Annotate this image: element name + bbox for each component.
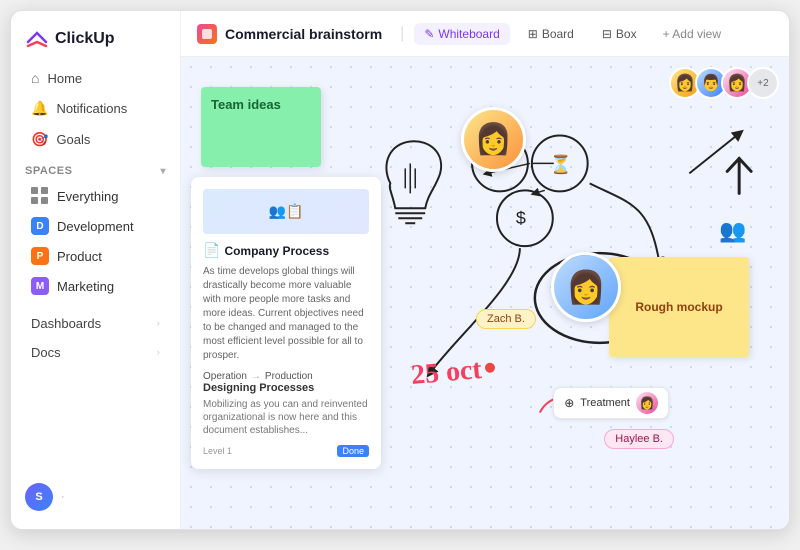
spaces-label: Spaces <box>25 165 72 177</box>
notifications-label: Notifications <box>56 101 127 116</box>
add-view-label: + Add view <box>663 27 721 41</box>
separator-1: | <box>400 25 404 43</box>
development-label: Development <box>57 219 134 234</box>
process-to: Production <box>265 371 313 382</box>
doc-sub-title: Designing Processes <box>203 382 369 394</box>
process-from: Operation <box>203 371 247 382</box>
goals-label: Goals <box>56 132 90 147</box>
home-label: Home <box>47 71 82 86</box>
sidebar-nav-notifications[interactable]: 🔔 Notifications <box>17 93 174 124</box>
logo-text: ClickUp <box>55 30 115 48</box>
add-view-button[interactable]: + Add view <box>655 23 729 45</box>
whiteboard-label: Whiteboard <box>438 27 499 41</box>
sidebar-item-product[interactable]: P Product <box>17 241 174 271</box>
svg-text:$: $ <box>516 208 526 228</box>
sidebar-docs[interactable]: Docs › <box>17 338 174 367</box>
process-arrow: → <box>251 371 261 382</box>
topbar: Commercial brainstorm | ✎ Whiteboard ⊞ B… <box>181 11 789 57</box>
zach-tag: Zach B. <box>476 309 536 329</box>
app-container: ClickUp ⌂ Home 🔔 Notifications 🎯 Goals S… <box>10 10 790 530</box>
haylee-tag: Haylee B. <box>604 429 674 449</box>
whiteboard-canvas[interactable]: ♡ ⏳ $ <box>181 57 789 529</box>
doc-sub-text: Mobilizing as you can and reinvented org… <box>203 398 369 437</box>
home-icon: ⌂ <box>31 70 39 86</box>
svg-text:⏳: ⏳ <box>550 153 572 174</box>
dashboards-label: Dashboards <box>31 316 101 331</box>
marketing-label: Marketing <box>57 279 114 294</box>
product-label: Product <box>57 249 102 264</box>
sidebar-bottom-items: Dashboards › Docs › <box>11 309 180 367</box>
document-card[interactable]: 👥📋 📄 Company Process As time develops gl… <box>191 177 381 469</box>
sidebar-item-marketing[interactable]: M Marketing <box>17 271 174 301</box>
date-annotation: 25 oct <box>410 354 483 392</box>
sidebar-dashboards[interactable]: Dashboards › <box>17 309 174 338</box>
svg-text:👥: 👥 <box>719 218 746 243</box>
document-title: 📄 Company Process <box>203 242 369 259</box>
process-row: Operation → Production <box>203 371 369 382</box>
tab-whiteboard[interactable]: ✎ Whiteboard <box>414 23 509 45</box>
doc-footer: Level 1 Done <box>203 445 369 457</box>
sticky-yellow-text: Rough mockup <box>635 300 722 314</box>
box-label: Box <box>616 27 637 41</box>
doc-status: Done <box>337 445 369 457</box>
treatment-tag: ⊕ Treatment 👩 <box>553 387 669 419</box>
sticky-note-team-ideas[interactable]: Team ideas <box>201 87 321 167</box>
sticky-note-rough-mockup[interactable]: Rough mockup <box>609 257 749 357</box>
whiteboard-icon: ✎ <box>424 27 434 41</box>
docs-label: Docs <box>31 345 61 360</box>
page-title: Commercial brainstorm <box>225 26 382 42</box>
docs-chevron: › <box>157 347 160 358</box>
sidebar-item-development[interactable]: D Development <box>17 211 174 241</box>
user-status-dot: · <box>61 491 65 503</box>
board-label: Board <box>542 27 574 41</box>
chevron-icon: ▾ <box>160 166 166 177</box>
clickup-logo-icon <box>25 27 49 51</box>
face-photo-2: 👩 <box>551 252 621 322</box>
avatar-more: +2 <box>747 67 779 99</box>
marketing-dot: M <box>31 277 49 295</box>
spaces-section-header: Spaces ▾ <box>11 155 180 181</box>
sidebar-item-everything[interactable]: Everything <box>17 181 174 211</box>
sidebar: ClickUp ⌂ Home 🔔 Notifications 🎯 Goals S… <box>11 11 181 529</box>
treatment-avatar: 👩 <box>636 392 658 414</box>
product-dot: P <box>31 247 49 265</box>
everything-grid-icon <box>31 187 49 205</box>
bell-icon: 🔔 <box>31 100 48 117</box>
page-icon <box>197 24 217 44</box>
everything-label: Everything <box>57 189 118 204</box>
user-avatar: S <box>25 483 53 511</box>
tab-box[interactable]: ⊟ Box <box>592 23 647 45</box>
avatar-group: 👩 👨 👩 +2 <box>669 67 779 99</box>
development-dot: D <box>31 217 49 235</box>
sidebar-logo: ClickUp <box>11 23 180 63</box>
tab-board[interactable]: ⊞ Board <box>518 23 584 45</box>
board-icon: ⊞ <box>528 27 538 41</box>
main-content: Commercial brainstorm | ✎ Whiteboard ⊞ B… <box>181 11 789 529</box>
sidebar-nav-goals[interactable]: 🎯 Goals <box>17 124 174 155</box>
face-photo-1: 👩 <box>461 107 526 172</box>
document-body: As time develops global things will dras… <box>203 265 369 363</box>
user-initial: S <box>35 491 42 503</box>
sidebar-nav-home[interactable]: ⌂ Home <box>17 63 174 93</box>
goals-icon: 🎯 <box>31 131 48 148</box>
treatment-icon: ⊕ <box>564 396 574 410</box>
doc-illustration: 👥📋 <box>203 189 369 234</box>
doc-label: Level 1 <box>203 446 232 456</box>
treatment-label: Treatment <box>580 397 630 409</box>
user-profile-row[interactable]: S · <box>11 471 180 517</box>
dashboards-chevron: › <box>157 318 160 329</box>
box-icon: ⊟ <box>602 27 612 41</box>
sticky-green-text: Team ideas <box>211 97 281 112</box>
